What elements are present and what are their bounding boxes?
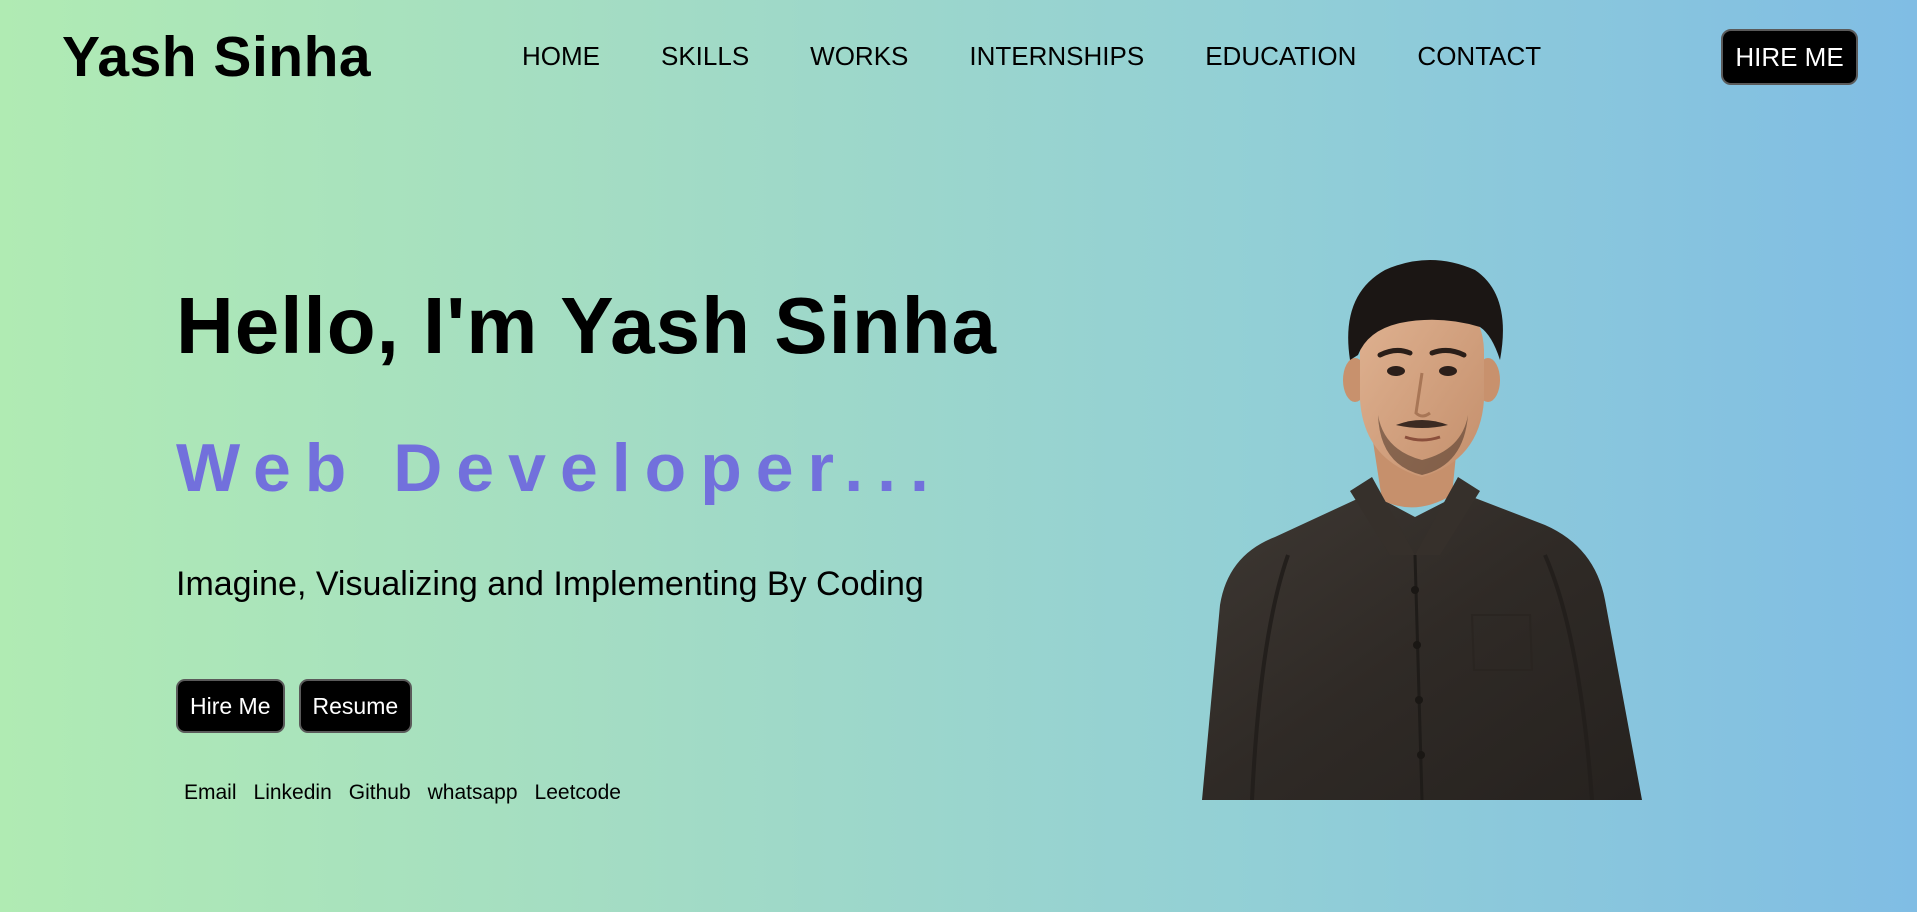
nav-home[interactable]: HOME [522, 38, 600, 74]
whatsapp-link[interactable]: whatsapp [428, 780, 518, 806]
nav-works[interactable]: WORKS [810, 38, 908, 74]
social-links: Email Linkedin Github whatsapp Leetcode [184, 780, 638, 806]
linkedin-link[interactable]: Linkedin [254, 780, 332, 806]
header-hire-me-button[interactable]: HIRE ME [1721, 29, 1858, 85]
nav-contact[interactable]: CONTACT [1417, 38, 1541, 74]
hero-heading: Hello, I'm Yash Sinha [176, 281, 998, 370]
github-link[interactable]: Github [349, 780, 411, 806]
brand-logo[interactable]: Yash Sinha [62, 22, 371, 92]
main-nav: HOME SKILLS WORKS INTERNSHIPS EDUCATION … [522, 38, 1541, 74]
hero-tagline: Imagine, Visualizing and Implementing By… [176, 565, 924, 603]
nav-education[interactable]: EDUCATION [1205, 38, 1356, 74]
profile-photo [1202, 260, 1642, 800]
nav-internships[interactable]: INTERNSHIPS [969, 38, 1144, 74]
nav-skills[interactable]: SKILLS [661, 38, 749, 74]
resume-button[interactable]: Resume [298, 679, 413, 733]
leetcode-link[interactable]: Leetcode [535, 780, 621, 806]
hero-button-row: Hire Me Resume [176, 679, 426, 733]
hire-me-button[interactable]: Hire Me [176, 679, 285, 733]
hero-role-typing-text: Web Developer... [176, 430, 943, 506]
email-link[interactable]: Email [184, 780, 237, 806]
